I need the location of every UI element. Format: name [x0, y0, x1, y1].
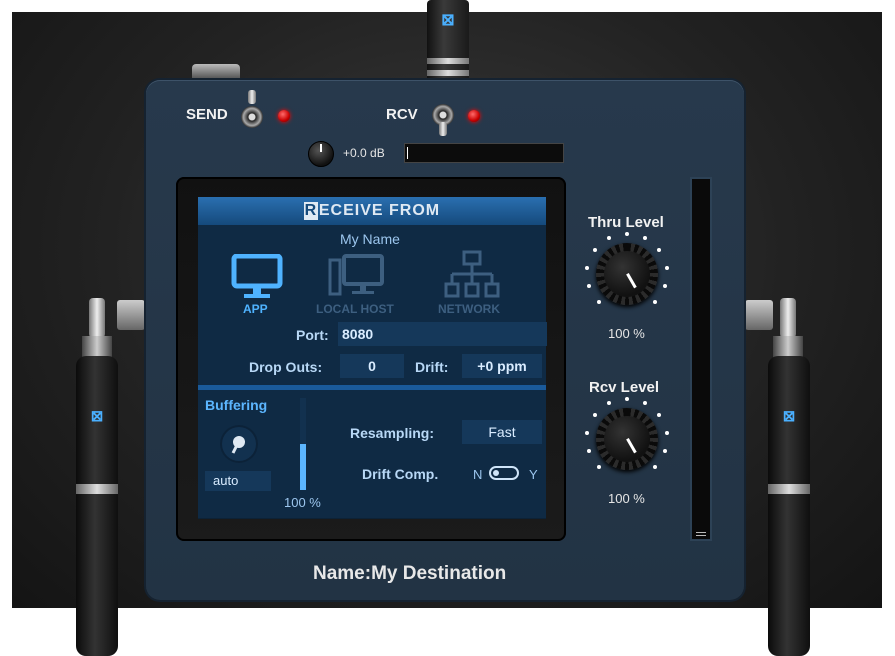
- drift-comp-toggle-thumb: [493, 470, 499, 476]
- send-switch-lever[interactable]: [248, 90, 256, 104]
- knob-scale-dot: [664, 265, 669, 270]
- thru-level-knob[interactable]: [596, 243, 658, 305]
- monitor-icon: [231, 253, 283, 298]
- send-switch[interactable]: [241, 106, 263, 128]
- knob-scale-dot: [664, 430, 669, 435]
- thru-level-label: Thru Level: [588, 214, 664, 231]
- cable-logo-icon: ⊠: [441, 12, 455, 29]
- name-label: Name:: [313, 563, 372, 584]
- right-cable-ring: [768, 484, 810, 494]
- device-app-label: APP: [243, 302, 268, 316]
- drift-value: +0 ppm: [462, 354, 542, 378]
- header-text: ECEIVE FROM: [318, 202, 441, 219]
- resampling-select[interactable]: Fast: [462, 420, 542, 444]
- volume-readout: +0.0 dB: [343, 146, 385, 160]
- network-icon: [444, 250, 500, 298]
- desktop-icon: [328, 254, 384, 296]
- buffering-knob-pointer-icon: [231, 436, 245, 454]
- send-label: SEND: [186, 106, 228, 123]
- thru-level-value: 100 %: [608, 326, 645, 341]
- device-local-host-label: LOCAL HOST: [316, 302, 394, 316]
- left-cable-logo-icon: ⊠: [90, 408, 104, 425]
- left-plug-tip: [89, 298, 105, 338]
- left-cable: [76, 356, 118, 656]
- knob-scale-dot: [596, 300, 601, 305]
- level-meter: [404, 143, 564, 163]
- dropouts-label: Drop Outs:: [249, 359, 323, 375]
- drift-comp-toggle[interactable]: [489, 466, 519, 480]
- buffer-meter-fill: [300, 444, 306, 490]
- right-jack: [745, 300, 773, 330]
- right-cable-logo-icon: ⊠: [782, 408, 796, 425]
- top-cable: ⊠: [427, 0, 469, 85]
- knob-scale-dot: [596, 465, 601, 470]
- device-network[interactable]: [444, 250, 500, 305]
- left-cable-ring: [76, 484, 118, 494]
- device-local-host[interactable]: [328, 254, 386, 305]
- send-led: [278, 110, 290, 122]
- drift-comp-label: Drift Comp.: [362, 466, 439, 482]
- buffering-knob[interactable]: [220, 425, 258, 463]
- receive-from-header: R ECEIVE FROM: [198, 197, 546, 225]
- rcv-led: [468, 110, 480, 122]
- drift-comp-y-label: Y: [529, 467, 538, 482]
- buffer-meter: [300, 398, 306, 490]
- rcv-level-label: Rcv Level: [589, 379, 660, 396]
- drift-label: Drift:: [415, 359, 449, 375]
- device-app[interactable]: [230, 253, 284, 305]
- rcv-switch-lever[interactable]: [439, 122, 447, 136]
- knob-scale-dot: [625, 397, 629, 401]
- source-name: My Name: [340, 231, 400, 247]
- buffer-level-text: 100 %: [284, 495, 321, 510]
- rcv-level-value: 100 %: [608, 491, 645, 506]
- left-jack: [117, 300, 145, 330]
- output-meter: [690, 177, 712, 541]
- buffering-label: Buffering: [205, 397, 268, 413]
- name-value[interactable]: My Destination: [371, 563, 506, 584]
- right-plug-tip: [780, 298, 796, 338]
- resampling-label: Resampling:: [350, 425, 435, 441]
- rcv-level-knob[interactable]: [596, 408, 658, 470]
- header-initial: R: [303, 202, 318, 220]
- right-cable: [768, 356, 810, 656]
- port-label: Port:: [296, 327, 329, 343]
- volume-knob[interactable]: [308, 141, 334, 167]
- device-network-label: NETWORK: [438, 302, 500, 316]
- rcv-label: RCV: [386, 106, 418, 123]
- knob-scale-dot: [625, 232, 629, 236]
- destination-name: Name:My Destination: [313, 563, 506, 585]
- drift-comp-n-label: N: [473, 467, 483, 482]
- buffering-mode[interactable]: auto: [205, 471, 271, 491]
- dropouts-value: 0: [340, 354, 404, 378]
- port-field[interactable]: 8080: [338, 322, 547, 346]
